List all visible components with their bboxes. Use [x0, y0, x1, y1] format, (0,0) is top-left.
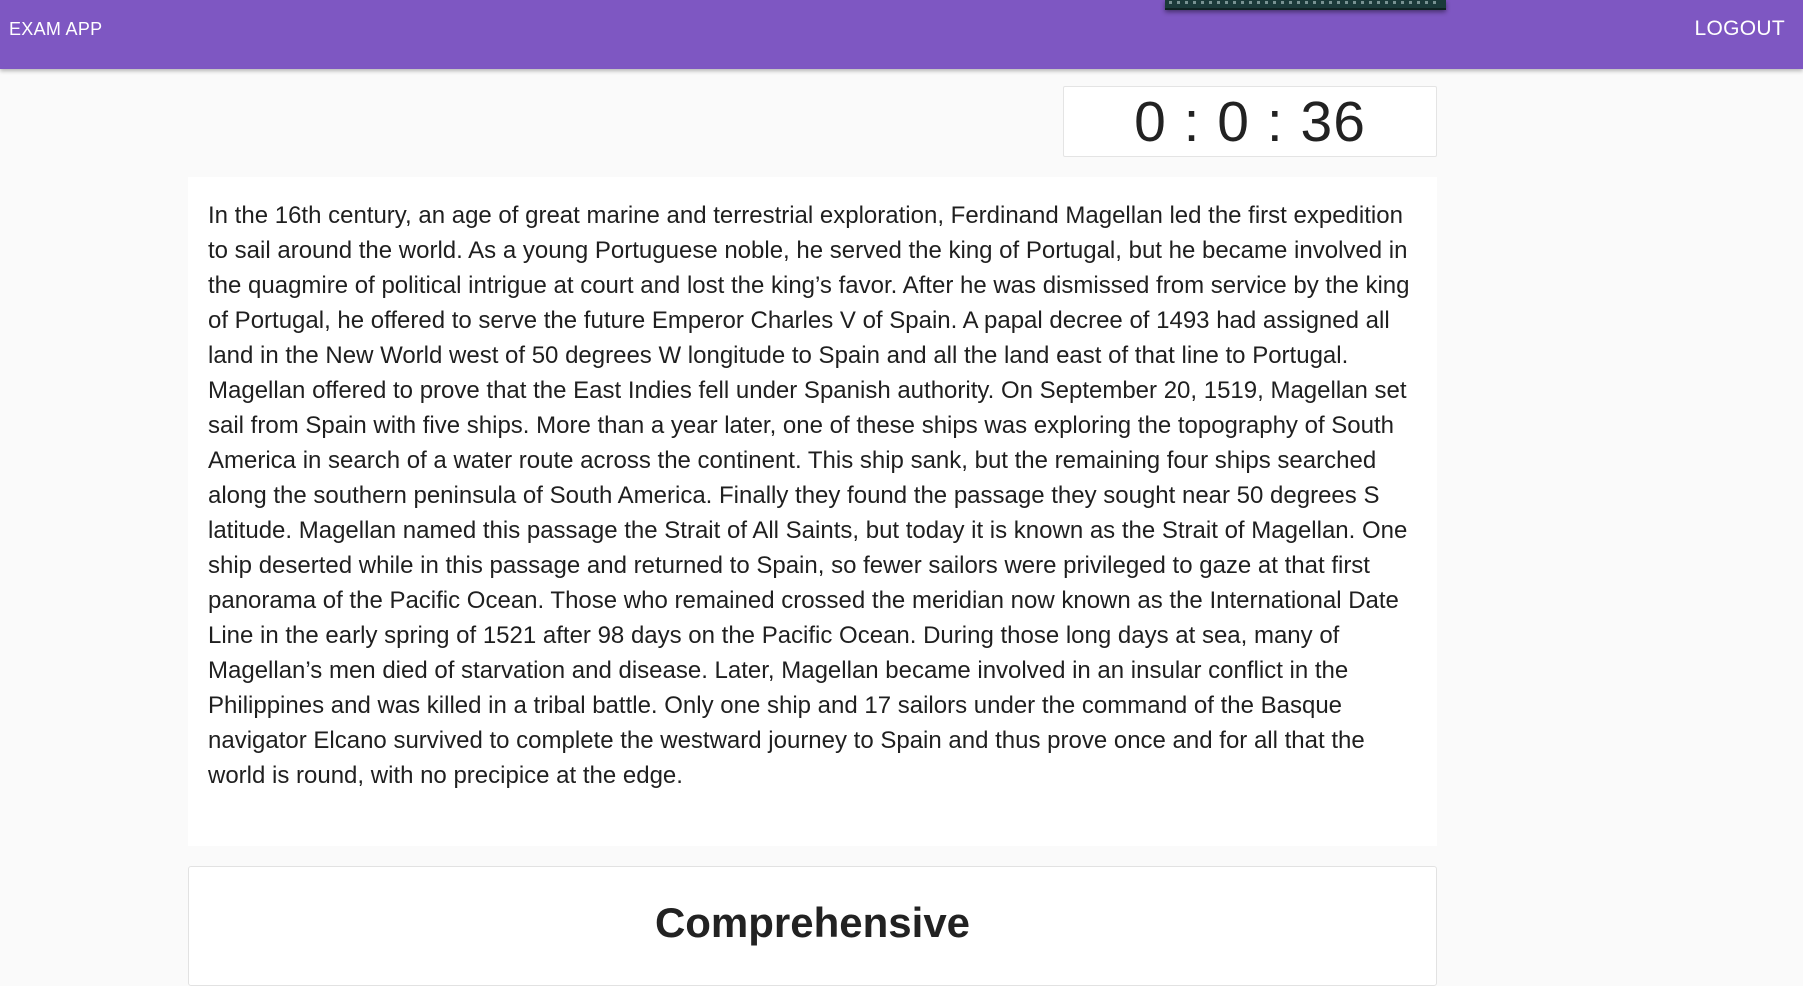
app-title[interactable]: EXAM APP	[9, 19, 102, 40]
question-card: Comprehensive	[188, 866, 1437, 986]
reading-passage: In the 16th century, an age of great mar…	[208, 202, 1410, 789]
thumbnail-preview	[1169, 1, 1441, 4]
countdown-timer: 0 : 0 : 36	[1134, 90, 1366, 154]
section-title: Comprehensive	[654, 899, 971, 946]
screen-share-thumbnail[interactable]	[1165, 0, 1446, 10]
timer-card: 0 : 0 : 36	[1063, 86, 1437, 157]
reading-passage-card: In the 16th century, an age of great mar…	[188, 177, 1437, 846]
logout-button[interactable]: LOGOUT	[1695, 17, 1785, 41]
app-bar: EXAM APP LOGOUT	[0, 0, 1803, 69]
